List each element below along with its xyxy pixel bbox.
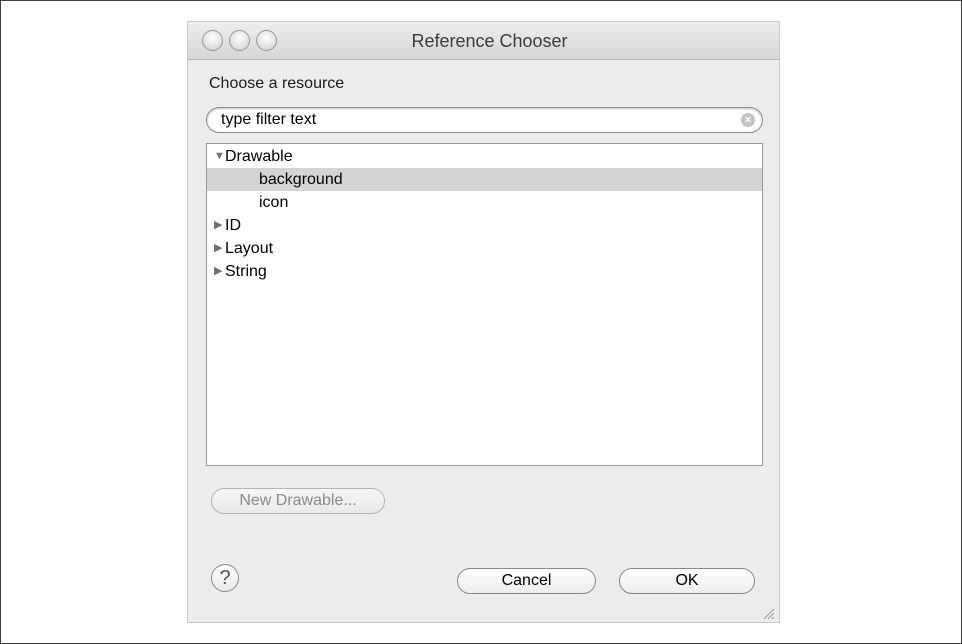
clear-search-icon[interactable]: × xyxy=(741,113,755,127)
window-title: Reference Chooser xyxy=(411,31,568,51)
reference-chooser-dialog: Reference Chooser Choose a resource × ▼D… xyxy=(188,22,779,622)
tree-item-label: Drawable xyxy=(225,148,293,165)
help-icon[interactable]: ? xyxy=(211,564,239,592)
ok-button[interactable]: OK xyxy=(619,568,755,594)
tree-item-drawable[interactable]: ▼ Drawable xyxy=(207,145,762,168)
resize-grip-icon[interactable] xyxy=(762,607,774,619)
choose-resource-label: Choose a resource xyxy=(209,75,345,92)
tree-item-icon[interactable]: icon xyxy=(207,191,762,214)
resource-tree[interactable]: ▼ Drawable background icon ▶ ID ▶ Layout ▶ String xyxy=(206,143,763,466)
filter-input[interactable] xyxy=(221,111,731,129)
tree-item-label: String xyxy=(225,263,267,280)
cancel-button[interactable]: Cancel xyxy=(457,568,596,594)
tree-item-layout[interactable]: ▶ Layout xyxy=(207,237,762,260)
title-bar[interactable]: Reference Chooser xyxy=(188,22,779,60)
tree-item-background[interactable]: background xyxy=(207,168,762,191)
tree-item-label: icon xyxy=(259,194,289,211)
tree-item-label: background xyxy=(259,171,343,188)
new-drawable-button[interactable]: New Drawable... xyxy=(211,488,385,514)
tree-item-string[interactable]: ▶ String xyxy=(207,260,762,283)
tree-item-label: ID xyxy=(225,217,241,234)
tree-item-id[interactable]: ▶ ID xyxy=(207,214,762,237)
tree-item-label: Layout xyxy=(225,240,274,257)
filter-field[interactable]: × xyxy=(206,107,763,133)
